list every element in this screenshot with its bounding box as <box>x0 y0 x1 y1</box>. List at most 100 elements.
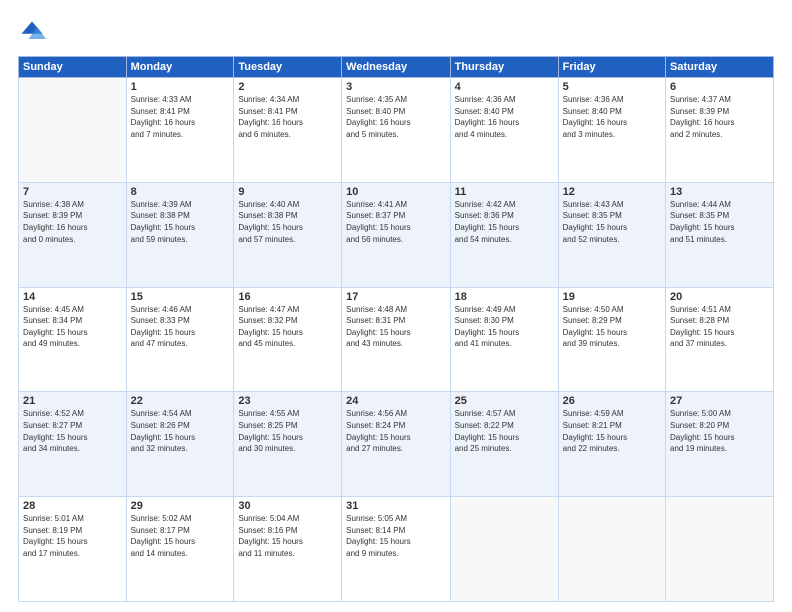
calendar-cell: 12Sunrise: 4:43 AM Sunset: 8:35 PM Dayli… <box>558 182 665 287</box>
day-number: 18 <box>455 291 554 303</box>
day-number: 17 <box>346 291 445 303</box>
calendar-cell: 2Sunrise: 4:34 AM Sunset: 8:41 PM Daylig… <box>234 78 342 183</box>
calendar-cell: 14Sunrise: 4:45 AM Sunset: 8:34 PM Dayli… <box>19 287 127 392</box>
day-number: 19 <box>563 291 661 303</box>
logo <box>18 18 50 46</box>
calendar-cell: 24Sunrise: 4:56 AM Sunset: 8:24 PM Dayli… <box>342 392 450 497</box>
day-number: 23 <box>238 395 337 407</box>
day-number: 14 <box>23 291 122 303</box>
calendar-cell: 27Sunrise: 5:00 AM Sunset: 8:20 PM Dayli… <box>666 392 774 497</box>
logo-icon <box>18 18 46 46</box>
calendar-week-row: 14Sunrise: 4:45 AM Sunset: 8:34 PM Dayli… <box>19 287 774 392</box>
day-number: 4 <box>455 81 554 93</box>
weekday-header-tuesday: Tuesday <box>234 57 342 78</box>
day-number: 16 <box>238 291 337 303</box>
day-number: 15 <box>131 291 230 303</box>
calendar-cell: 1Sunrise: 4:33 AM Sunset: 8:41 PM Daylig… <box>126 78 234 183</box>
day-info: Sunrise: 5:01 AM Sunset: 8:19 PM Dayligh… <box>23 513 122 559</box>
day-info: Sunrise: 4:52 AM Sunset: 8:27 PM Dayligh… <box>23 408 122 454</box>
calendar-week-row: 1Sunrise: 4:33 AM Sunset: 8:41 PM Daylig… <box>19 78 774 183</box>
day-info: Sunrise: 5:00 AM Sunset: 8:20 PM Dayligh… <box>670 408 769 454</box>
day-info: Sunrise: 5:05 AM Sunset: 8:14 PM Dayligh… <box>346 513 445 559</box>
day-number: 9 <box>238 186 337 198</box>
day-info: Sunrise: 4:59 AM Sunset: 8:21 PM Dayligh… <box>563 408 661 454</box>
weekday-header-thursday: Thursday <box>450 57 558 78</box>
day-info: Sunrise: 4:37 AM Sunset: 8:39 PM Dayligh… <box>670 94 769 140</box>
day-info: Sunrise: 4:54 AM Sunset: 8:26 PM Dayligh… <box>131 408 230 454</box>
day-info: Sunrise: 4:47 AM Sunset: 8:32 PM Dayligh… <box>238 304 337 350</box>
calendar-cell: 3Sunrise: 4:35 AM Sunset: 8:40 PM Daylig… <box>342 78 450 183</box>
weekday-header-row: SundayMondayTuesdayWednesdayThursdayFrid… <box>19 57 774 78</box>
day-info: Sunrise: 4:43 AM Sunset: 8:35 PM Dayligh… <box>563 199 661 245</box>
day-number: 11 <box>455 186 554 198</box>
calendar-cell: 30Sunrise: 5:04 AM Sunset: 8:16 PM Dayli… <box>234 497 342 602</box>
day-number: 27 <box>670 395 769 407</box>
calendar-week-row: 28Sunrise: 5:01 AM Sunset: 8:19 PM Dayli… <box>19 497 774 602</box>
calendar-cell: 23Sunrise: 4:55 AM Sunset: 8:25 PM Dayli… <box>234 392 342 497</box>
calendar-table: SundayMondayTuesdayWednesdayThursdayFrid… <box>18 56 774 602</box>
calendar-week-row: 7Sunrise: 4:38 AM Sunset: 8:39 PM Daylig… <box>19 182 774 287</box>
calendar-cell: 29Sunrise: 5:02 AM Sunset: 8:17 PM Dayli… <box>126 497 234 602</box>
calendar-cell: 15Sunrise: 4:46 AM Sunset: 8:33 PM Dayli… <box>126 287 234 392</box>
calendar-cell: 5Sunrise: 4:36 AM Sunset: 8:40 PM Daylig… <box>558 78 665 183</box>
day-info: Sunrise: 4:56 AM Sunset: 8:24 PM Dayligh… <box>346 408 445 454</box>
day-info: Sunrise: 4:49 AM Sunset: 8:30 PM Dayligh… <box>455 304 554 350</box>
day-info: Sunrise: 4:40 AM Sunset: 8:38 PM Dayligh… <box>238 199 337 245</box>
day-number: 25 <box>455 395 554 407</box>
day-number: 2 <box>238 81 337 93</box>
day-info: Sunrise: 4:48 AM Sunset: 8:31 PM Dayligh… <box>346 304 445 350</box>
calendar-cell <box>558 497 665 602</box>
day-number: 7 <box>23 186 122 198</box>
day-number: 28 <box>23 500 122 512</box>
calendar-cell: 11Sunrise: 4:42 AM Sunset: 8:36 PM Dayli… <box>450 182 558 287</box>
day-number: 10 <box>346 186 445 198</box>
header <box>18 18 774 46</box>
day-info: Sunrise: 4:45 AM Sunset: 8:34 PM Dayligh… <box>23 304 122 350</box>
day-number: 24 <box>346 395 445 407</box>
weekday-header-sunday: Sunday <box>19 57 127 78</box>
day-info: Sunrise: 4:46 AM Sunset: 8:33 PM Dayligh… <box>131 304 230 350</box>
day-info: Sunrise: 4:44 AM Sunset: 8:35 PM Dayligh… <box>670 199 769 245</box>
day-number: 21 <box>23 395 122 407</box>
calendar-cell: 10Sunrise: 4:41 AM Sunset: 8:37 PM Dayli… <box>342 182 450 287</box>
calendar-cell: 6Sunrise: 4:37 AM Sunset: 8:39 PM Daylig… <box>666 78 774 183</box>
calendar-cell: 26Sunrise: 4:59 AM Sunset: 8:21 PM Dayli… <box>558 392 665 497</box>
weekday-header-saturday: Saturday <box>666 57 774 78</box>
day-info: Sunrise: 4:38 AM Sunset: 8:39 PM Dayligh… <box>23 199 122 245</box>
day-number: 1 <box>131 81 230 93</box>
weekday-header-monday: Monday <box>126 57 234 78</box>
day-number: 6 <box>670 81 769 93</box>
calendar-cell <box>19 78 127 183</box>
day-number: 30 <box>238 500 337 512</box>
calendar-cell: 25Sunrise: 4:57 AM Sunset: 8:22 PM Dayli… <box>450 392 558 497</box>
day-info: Sunrise: 4:35 AM Sunset: 8:40 PM Dayligh… <box>346 94 445 140</box>
day-number: 22 <box>131 395 230 407</box>
calendar-cell: 13Sunrise: 4:44 AM Sunset: 8:35 PM Dayli… <box>666 182 774 287</box>
day-number: 31 <box>346 500 445 512</box>
day-info: Sunrise: 4:41 AM Sunset: 8:37 PM Dayligh… <box>346 199 445 245</box>
calendar-cell: 22Sunrise: 4:54 AM Sunset: 8:26 PM Dayli… <box>126 392 234 497</box>
day-number: 26 <box>563 395 661 407</box>
calendar-cell: 16Sunrise: 4:47 AM Sunset: 8:32 PM Dayli… <box>234 287 342 392</box>
day-info: Sunrise: 5:02 AM Sunset: 8:17 PM Dayligh… <box>131 513 230 559</box>
calendar-cell: 7Sunrise: 4:38 AM Sunset: 8:39 PM Daylig… <box>19 182 127 287</box>
day-number: 3 <box>346 81 445 93</box>
day-number: 12 <box>563 186 661 198</box>
calendar-cell: 20Sunrise: 4:51 AM Sunset: 8:28 PM Dayli… <box>666 287 774 392</box>
calendar-cell: 8Sunrise: 4:39 AM Sunset: 8:38 PM Daylig… <box>126 182 234 287</box>
day-number: 8 <box>131 186 230 198</box>
calendar-cell: 4Sunrise: 4:36 AM Sunset: 8:40 PM Daylig… <box>450 78 558 183</box>
day-info: Sunrise: 4:50 AM Sunset: 8:29 PM Dayligh… <box>563 304 661 350</box>
calendar-cell: 9Sunrise: 4:40 AM Sunset: 8:38 PM Daylig… <box>234 182 342 287</box>
day-info: Sunrise: 4:51 AM Sunset: 8:28 PM Dayligh… <box>670 304 769 350</box>
calendar-cell: 17Sunrise: 4:48 AM Sunset: 8:31 PM Dayli… <box>342 287 450 392</box>
day-number: 5 <box>563 81 661 93</box>
day-number: 20 <box>670 291 769 303</box>
weekday-header-friday: Friday <box>558 57 665 78</box>
day-info: Sunrise: 5:04 AM Sunset: 8:16 PM Dayligh… <box>238 513 337 559</box>
day-info: Sunrise: 4:36 AM Sunset: 8:40 PM Dayligh… <box>563 94 661 140</box>
day-info: Sunrise: 4:42 AM Sunset: 8:36 PM Dayligh… <box>455 199 554 245</box>
calendar-cell: 31Sunrise: 5:05 AM Sunset: 8:14 PM Dayli… <box>342 497 450 602</box>
calendar-cell <box>450 497 558 602</box>
page: SundayMondayTuesdayWednesdayThursdayFrid… <box>0 0 792 612</box>
